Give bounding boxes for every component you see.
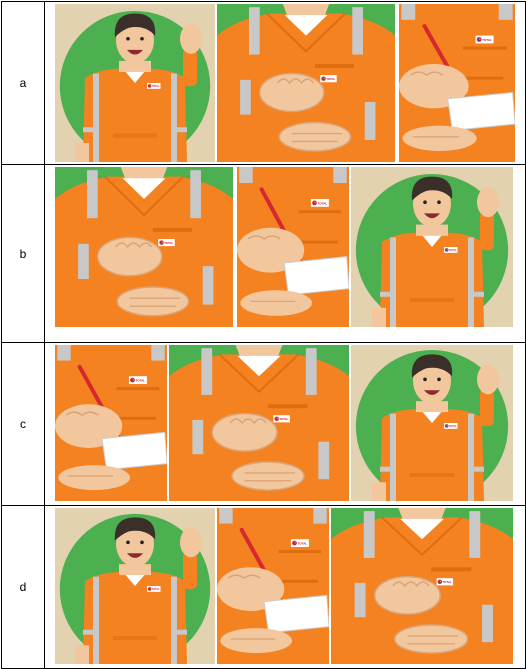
svg-text:TOTAL: TOTAL — [136, 379, 146, 383]
worker-signing-image: TOTAL — [237, 167, 349, 327]
option-images: TOTAL TOTAL TOTAL — [44, 505, 526, 669]
worker-hands-clasped-icon: TOTAL — [55, 167, 233, 327]
worker-waving-icon: TOTAL — [351, 167, 513, 327]
svg-text:TOTAL: TOTAL — [298, 542, 308, 546]
svg-text:TOTAL: TOTAL — [482, 38, 492, 42]
worker-signing-image: TOTAL — [217, 508, 329, 664]
worker-hands-clasped-image: TOTAL — [169, 345, 349, 501]
svg-text:TOTAL: TOTAL — [164, 241, 173, 245]
worker-hands-clasped-image: TOTAL — [217, 4, 395, 162]
worker-signing-paper-icon: TOTAL — [399, 4, 515, 162]
option-label: c — [1, 342, 45, 506]
option-images: TOTAL TOTAL TOTAL — [44, 342, 526, 506]
svg-text:TOTAL: TOTAL — [318, 201, 328, 205]
option-row-d: d TOTAL TOTAL TOTAL — [1, 505, 526, 669]
worker-waving-image: TOTAL — [351, 167, 513, 327]
option-images: TOTAL TOTAL TOTAL — [44, 164, 526, 343]
answer-options-table: a TOTAL TOTAL TOTAL b TOTAL TOTAL TOTAL … — [1, 1, 526, 669]
option-label: a — [1, 1, 45, 165]
worker-waving-icon: TOTAL — [351, 345, 513, 501]
worker-waving-image: TOTAL — [55, 4, 215, 162]
worker-signing-image: TOTAL — [55, 345, 167, 501]
worker-waving-image: TOTAL — [55, 508, 215, 664]
option-label: d — [1, 505, 45, 669]
worker-hands-clasped-icon: TOTAL — [331, 508, 513, 664]
worker-waving-icon: TOTAL — [55, 508, 215, 664]
svg-text:TOTAL: TOTAL — [279, 417, 288, 421]
option-images: TOTAL TOTAL TOTAL — [44, 1, 526, 165]
svg-text:TOTAL: TOTAL — [326, 77, 335, 81]
worker-hands-clasped-icon: TOTAL — [169, 345, 349, 501]
option-row-a: a TOTAL TOTAL TOTAL — [1, 1, 526, 165]
option-row-b: b TOTAL TOTAL TOTAL — [1, 164, 526, 343]
worker-signing-image: TOTAL — [399, 4, 515, 162]
worker-hands-clasped-image: TOTAL — [55, 167, 233, 327]
option-label: b — [1, 164, 45, 343]
worker-hands-clasped-image: TOTAL — [331, 508, 513, 664]
worker-signing-paper-icon: TOTAL — [237, 167, 349, 327]
worker-waving-icon: TOTAL — [55, 4, 215, 162]
worker-signing-paper-icon: TOTAL — [55, 345, 167, 501]
worker-hands-clasped-icon: TOTAL — [217, 4, 395, 162]
svg-text:TOTAL: TOTAL — [443, 580, 452, 584]
worker-signing-paper-icon: TOTAL — [217, 508, 329, 664]
option-row-c: c TOTAL TOTAL TOTAL — [1, 342, 526, 506]
worker-waving-image: TOTAL — [351, 345, 513, 501]
